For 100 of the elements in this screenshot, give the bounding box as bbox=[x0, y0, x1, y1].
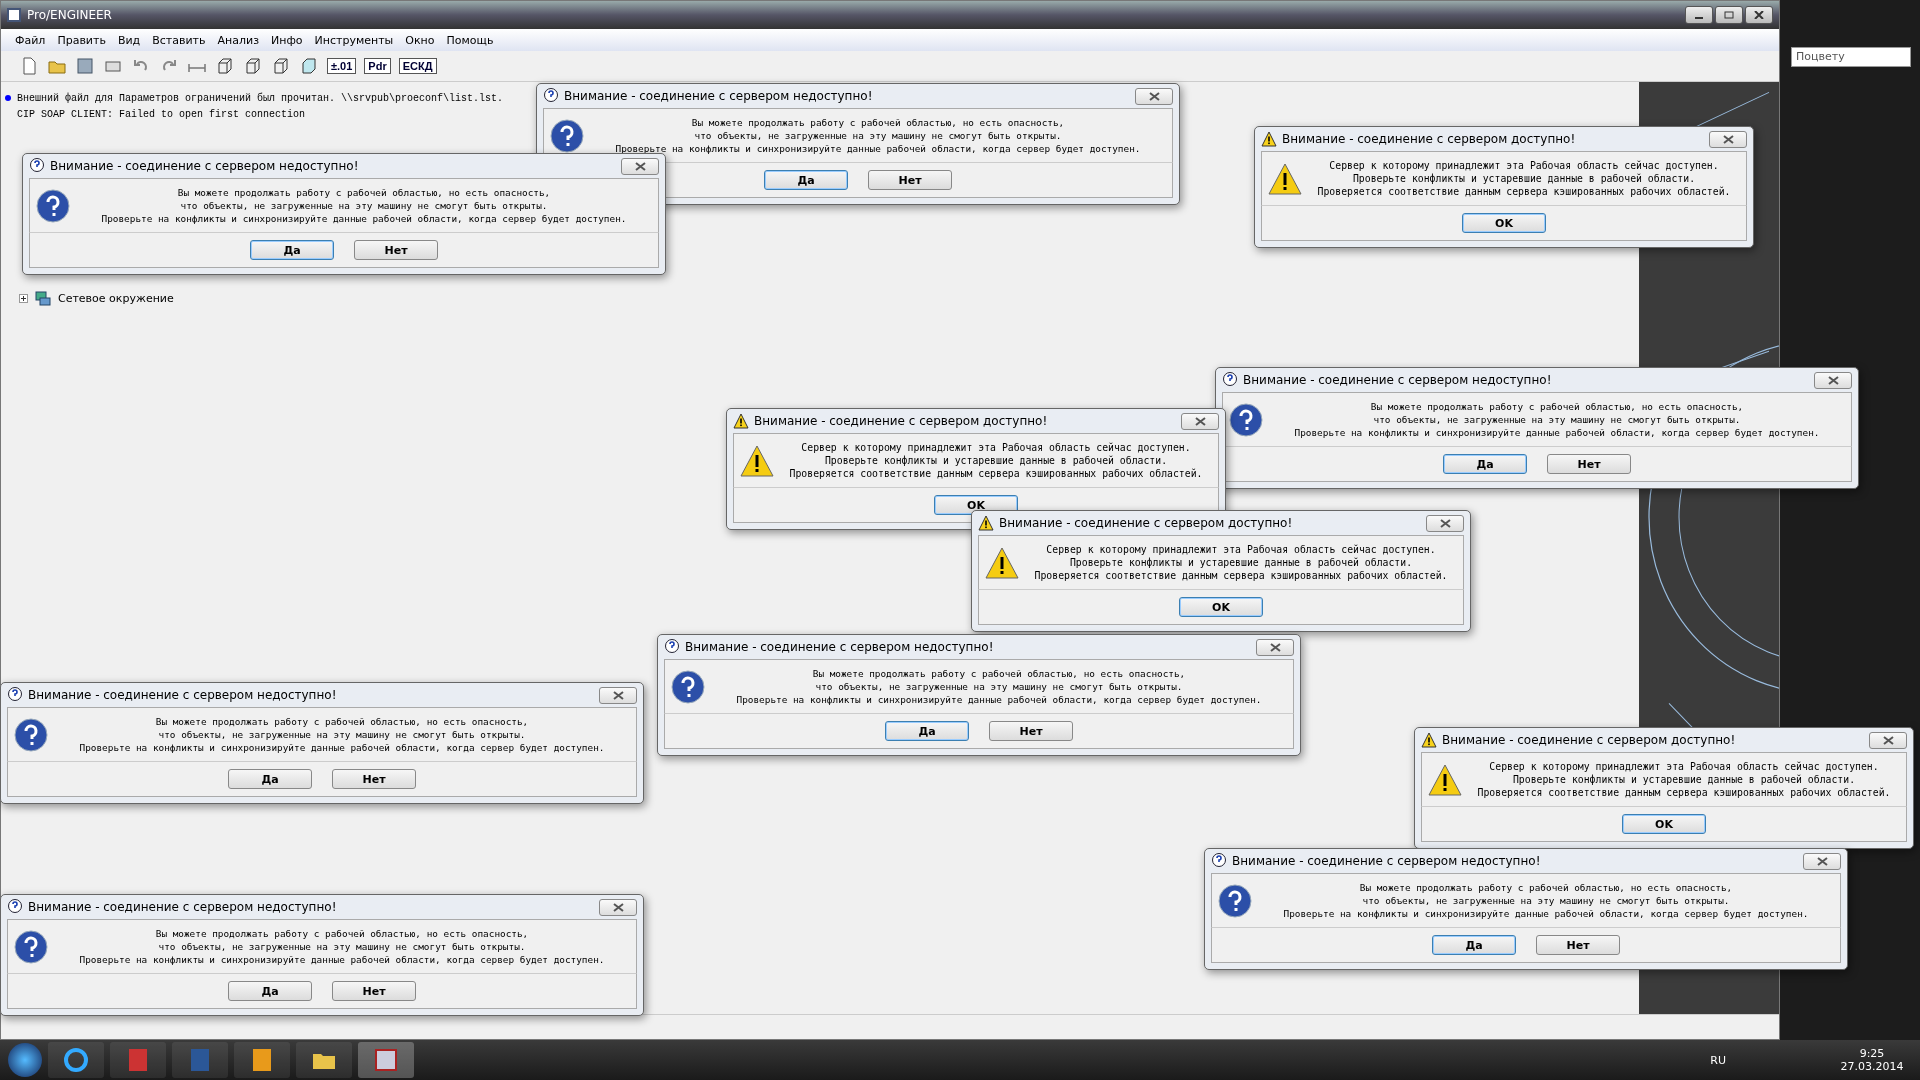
menu-item[interactable]: Вставить bbox=[152, 33, 206, 47]
dialog-button[interactable]: Нет bbox=[1547, 454, 1631, 474]
close-icon bbox=[1816, 856, 1828, 866]
minimize-button[interactable] bbox=[1685, 6, 1713, 24]
close-icon bbox=[1722, 134, 1734, 144]
dialog-message: Вы можете продолжать работу с рабочей областью, но есть опасность, что объекты, не загруженные на эту машину не смогут быть открыты. Проверьте на конфликты и синхронизируйте данные рабочей области, когда сервер будет доступен. bbox=[614, 116, 1142, 155]
dialog-button[interactable]: Нет bbox=[989, 721, 1073, 741]
menu-item[interactable]: Инструменты bbox=[314, 33, 394, 47]
cube-icon[interactable] bbox=[243, 56, 263, 76]
cube-icon[interactable] bbox=[215, 56, 235, 76]
document-app-icon[interactable] bbox=[110, 1042, 166, 1078]
save-icon[interactable] bbox=[75, 56, 95, 76]
close-button[interactable] bbox=[1181, 412, 1219, 430]
close-button[interactable] bbox=[1426, 514, 1464, 532]
close-button[interactable] bbox=[1745, 6, 1773, 24]
dialog-button[interactable]: Да bbox=[764, 170, 848, 190]
question-icon bbox=[1229, 402, 1263, 437]
dialog-message: Вы можете продолжать работу с рабочей областью, но есть опасность, что объекты, не загруженные на эту машину не смогут быть открыты. Проверьте на конфликты и синхронизируйте данные рабочей области, когда сервер будет доступен. bbox=[735, 667, 1263, 706]
question-icon bbox=[14, 929, 48, 964]
folder-icon[interactable] bbox=[296, 1042, 352, 1078]
dialog-button[interactable]: Нет bbox=[332, 769, 416, 789]
language-indicator[interactable]: RU bbox=[1710, 1053, 1726, 1067]
dialog-title: Внимание - соединение с сервером доступно! bbox=[1282, 132, 1576, 146]
tree-item[interactable]: Сетевое окружение bbox=[58, 291, 174, 305]
menu-item[interactable]: Окно bbox=[405, 33, 435, 47]
expand-icon[interactable] bbox=[19, 293, 28, 303]
window-title: Pro/ENGINEER bbox=[27, 8, 112, 22]
message-line: CIP SOAP CLIENT: Failed to open first connection bbox=[16, 107, 307, 122]
dialog-message: Вы можете продолжать работу с рабочей областью, но есть опасность, что объекты, не загруженные на эту машину не смогут быть открыты. Проверьте на конфликты и синхронизируйте данные рабочей области, когда сервер будет доступен. bbox=[78, 927, 606, 966]
close-icon bbox=[1882, 735, 1894, 745]
menu-item[interactable]: Вид bbox=[117, 33, 141, 47]
close-button[interactable] bbox=[599, 686, 637, 704]
dialog-title: Внимание - соединение с сервером недоступно! bbox=[50, 159, 359, 173]
dialog-message: Сервер к которому принадлежит эта Рабочая область сейчас доступен. Проверьте конфликты и устаревшие данные в рабочей области. Проверяется соответствие данным сервера кэшированных рабочих областей. bbox=[1033, 543, 1449, 582]
question-icon bbox=[14, 717, 48, 752]
warning-icon bbox=[985, 546, 1019, 579]
dialog-message: Сервер к которому принадлежит эта Рабочая область сейчас доступен. Проверьте конфликты и устаревшие данные в рабочей области. Проверяется соответствие данным сервера кэшированных рабочих областей. bbox=[1476, 760, 1892, 799]
browser-icon[interactable] bbox=[48, 1042, 104, 1078]
close-icon bbox=[1754, 11, 1764, 19]
menu-item[interactable]: Анализ bbox=[217, 33, 259, 47]
dialog-button[interactable]: Да bbox=[250, 240, 334, 260]
dialog-title: Внимание - соединение с сервером недоступно! bbox=[1243, 373, 1552, 387]
close-icon bbox=[1148, 91, 1160, 101]
warning-icon bbox=[1268, 162, 1302, 195]
close-icon bbox=[1269, 642, 1281, 652]
warning-icon bbox=[740, 444, 774, 477]
dialog-title: Внимание - соединение с сервером недоступно! bbox=[1232, 854, 1541, 868]
close-icon bbox=[634, 161, 646, 171]
dialog-message: Вы можете продолжать работу с рабочей областью, но есть опасность, что объекты, не загруженные на эту машину не смогут быть открыты. Проверьте на конфликты и синхронизируйте данные рабочей области, когда сервер будет доступен. bbox=[1293, 400, 1821, 439]
dialog-button[interactable]: Да bbox=[885, 721, 969, 741]
toolbar-button[interactable]: ±.01 bbox=[327, 58, 357, 74]
close-button[interactable] bbox=[1256, 638, 1294, 656]
close-button[interactable] bbox=[1803, 852, 1841, 870]
dialog-message: Вы можете продолжать работу с рабочей областью, но есть опасность, что объекты, не загруженные на эту машину не смогут быть открыты. Проверьте на конфликты и синхронизируйте данные рабочей области, когда сервер будет доступен. bbox=[1282, 881, 1810, 920]
menu-item[interactable]: Помощь bbox=[446, 33, 494, 47]
dialog-button[interactable]: Нет bbox=[868, 170, 952, 190]
dialog-message: Вы можете продолжать работу с рабочей областью, но есть опасность, что объекты, не загруженные на эту машину не смогут быть открыты. Проверьте на конфликты и синхронизируйте данные рабочей области, когда сервер будет доступен. bbox=[100, 186, 628, 225]
dialog-button[interactable]: OK bbox=[1462, 213, 1546, 233]
toolbar-button[interactable]: Pdr bbox=[364, 58, 391, 74]
dialog-button[interactable]: OK bbox=[1622, 814, 1706, 834]
menu-item[interactable]: Файл bbox=[15, 33, 46, 47]
question-icon bbox=[671, 669, 705, 704]
toolbar-button[interactable]: ЕСКД bbox=[398, 58, 437, 74]
close-icon bbox=[1194, 416, 1206, 426]
filter-dropdown[interactable]: Поцвету bbox=[1791, 47, 1911, 67]
dialog-button[interactable]: OK bbox=[1179, 597, 1263, 617]
app-window-icon[interactable] bbox=[358, 1042, 414, 1078]
network-computer-icon bbox=[34, 290, 52, 306]
mail-app-icon[interactable] bbox=[234, 1042, 290, 1078]
question-bubble-icon bbox=[29, 158, 45, 174]
close-button[interactable] bbox=[1814, 371, 1852, 389]
dialog-button[interactable]: Да bbox=[1443, 454, 1527, 474]
clock-time: 9:25 bbox=[1859, 1047, 1885, 1060]
dialog-button[interactable]: Нет bbox=[1536, 935, 1620, 955]
clock-date: 27.03.2014 bbox=[1840, 1060, 1904, 1073]
close-button[interactable] bbox=[621, 157, 659, 175]
dialog-button[interactable]: Нет bbox=[354, 240, 438, 260]
dialog-message: Сервер к которому принадлежит эта Рабочая область сейчас доступен. Проверьте конфликты и устаревшие данные в рабочей области. Проверяется соответствие данным сервера кэшированных рабочих областей. bbox=[1316, 159, 1732, 198]
close-button[interactable] bbox=[1869, 731, 1907, 749]
close-button[interactable] bbox=[1709, 130, 1747, 148]
dialog-button[interactable]: Нет bbox=[332, 981, 416, 1001]
shaded-cube-icon[interactable] bbox=[299, 56, 319, 76]
close-icon bbox=[1827, 375, 1839, 385]
dialog-button[interactable]: Да bbox=[228, 769, 312, 789]
menu-item[interactable]: Править bbox=[57, 33, 106, 47]
dialog-button[interactable]: Да bbox=[228, 981, 312, 1001]
close-button[interactable] bbox=[1135, 87, 1173, 105]
app-icon bbox=[7, 8, 21, 22]
start-button[interactable] bbox=[8, 1043, 42, 1077]
close-icon bbox=[1439, 518, 1451, 528]
dialog-button[interactable]: Да bbox=[1432, 935, 1516, 955]
question-bubble-icon bbox=[1222, 372, 1238, 388]
cube-icon[interactable] bbox=[271, 56, 291, 76]
close-button[interactable] bbox=[599, 898, 637, 916]
dialog-title: Внимание - соединение с сервером недоступно! bbox=[564, 89, 873, 103]
maximize-button[interactable] bbox=[1715, 6, 1743, 24]
warning-icon bbox=[1261, 131, 1277, 147]
dialog-title: Внимание - соединение с сервером доступно! bbox=[1442, 733, 1736, 747]
maximize-icon bbox=[1724, 11, 1734, 19]
menu-item[interactable]: Инфо bbox=[271, 33, 303, 47]
